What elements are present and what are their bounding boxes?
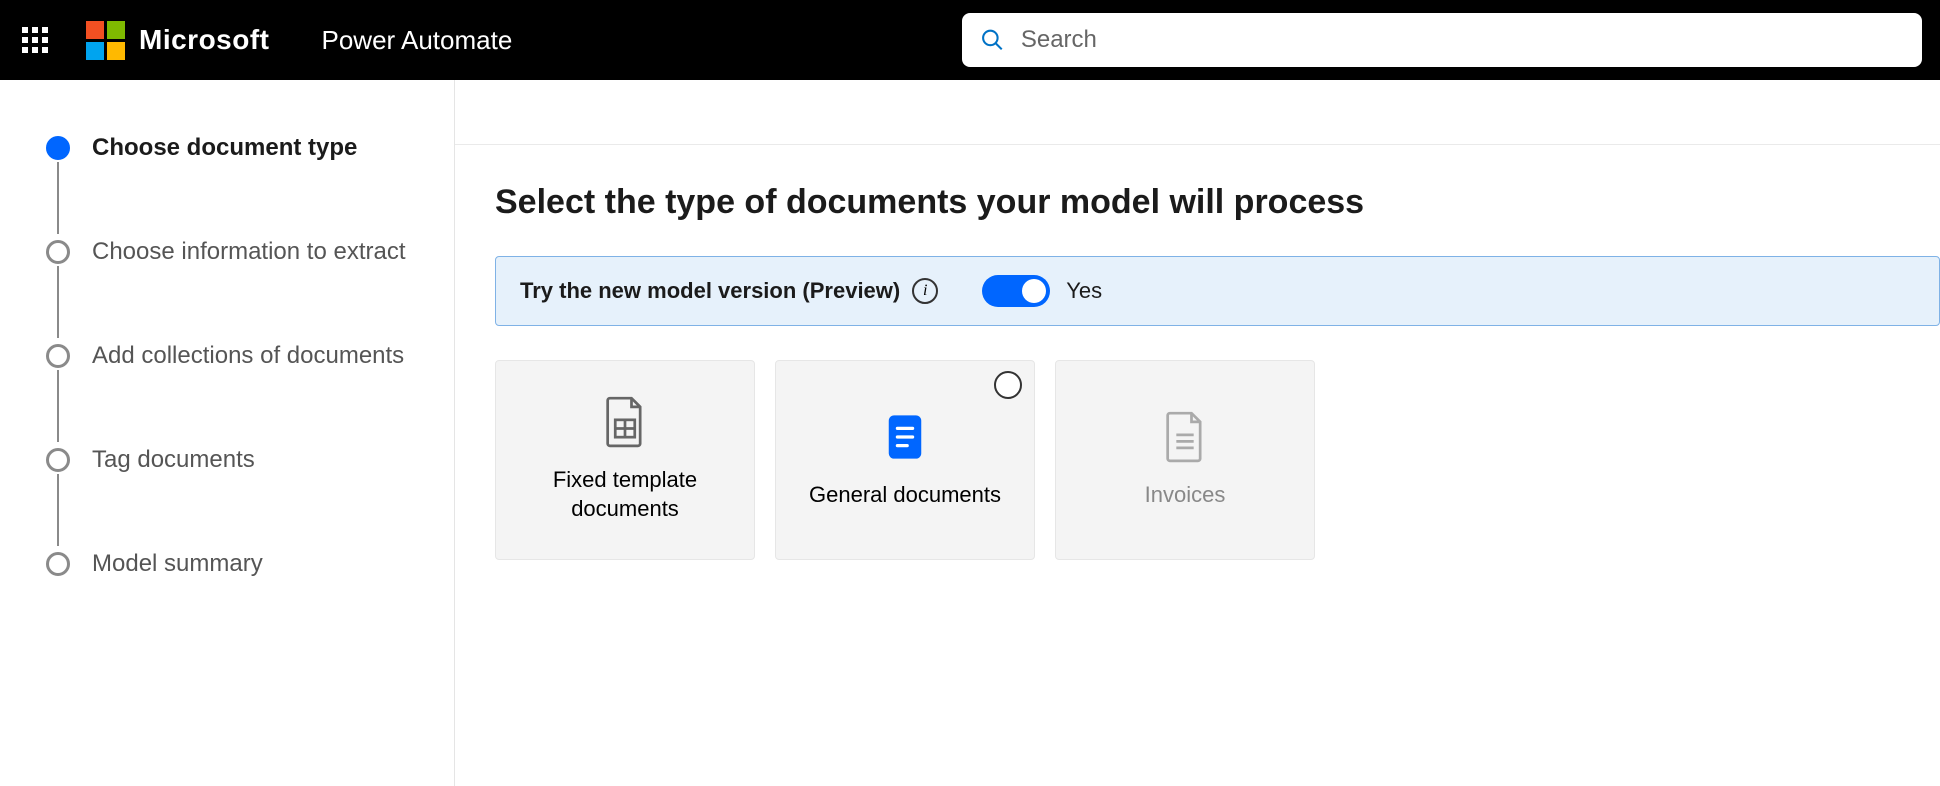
step-label: Tag documents <box>92 446 255 474</box>
toggle-knob-icon <box>1022 279 1046 303</box>
step-choose-information[interactable]: Choose information to extract <box>46 234 424 270</box>
step-label: Model summary <box>92 550 263 578</box>
card-label: Invoices <box>1145 481 1226 510</box>
app-launcher-icon[interactable] <box>18 23 52 57</box>
microsoft-logo-icon <box>86 21 125 60</box>
step-connector <box>57 266 59 338</box>
brand-label: Microsoft <box>139 24 270 56</box>
step-dot-icon <box>46 136 70 160</box>
step-dot-icon <box>46 344 70 368</box>
step-connector <box>57 370 59 442</box>
search-icon <box>980 27 1005 53</box>
preview-toggle[interactable] <box>982 275 1050 307</box>
step-model-summary[interactable]: Model summary <box>46 546 424 582</box>
step-tag-documents[interactable]: Tag documents <box>46 442 424 478</box>
step-add-collections[interactable]: Add collections of documents <box>46 338 424 374</box>
card-invoices[interactable]: Invoices <box>1055 360 1315 560</box>
card-label: General documents <box>809 481 1001 510</box>
card-general-documents[interactable]: General documents <box>775 360 1035 560</box>
card-fixed-template[interactable]: Fixed template documents <box>495 360 755 560</box>
step-dot-icon <box>46 240 70 264</box>
preview-banner: Try the new model version (Preview) i Ye… <box>495 256 1940 326</box>
banner-text: Try the new model version (Preview) <box>520 278 900 304</box>
product-label[interactable]: Power Automate <box>322 25 513 56</box>
toggle-label: Yes <box>1066 278 1102 304</box>
step-label: Choose information to extract <box>92 238 406 266</box>
step-connector <box>57 162 59 234</box>
document-table-icon <box>603 396 647 448</box>
radio-icon[interactable] <box>994 371 1022 399</box>
wizard-steps: Choose document type Choose information … <box>0 80 455 786</box>
step-dot-icon <box>46 552 70 576</box>
info-icon[interactable]: i <box>912 278 938 304</box>
step-choose-document-type[interactable]: Choose document type <box>46 130 424 166</box>
document-type-cards: Fixed template documents General documen… <box>495 360 1940 560</box>
document-invoice-icon <box>1163 411 1207 463</box>
document-general-icon <box>883 411 927 463</box>
step-label: Add collections of documents <box>92 342 404 370</box>
app-header: Microsoft Power Automate <box>0 0 1940 80</box>
step-connector <box>57 474 59 546</box>
main-content: Select the type of documents your model … <box>455 80 1940 786</box>
card-label: Fixed template documents <box>496 466 754 523</box>
step-label: Choose document type <box>92 134 357 162</box>
search-input[interactable] <box>1021 26 1904 54</box>
step-dot-icon <box>46 448 70 472</box>
search-box[interactable] <box>962 13 1922 67</box>
page-title: Select the type of documents your model … <box>495 183 1940 222</box>
